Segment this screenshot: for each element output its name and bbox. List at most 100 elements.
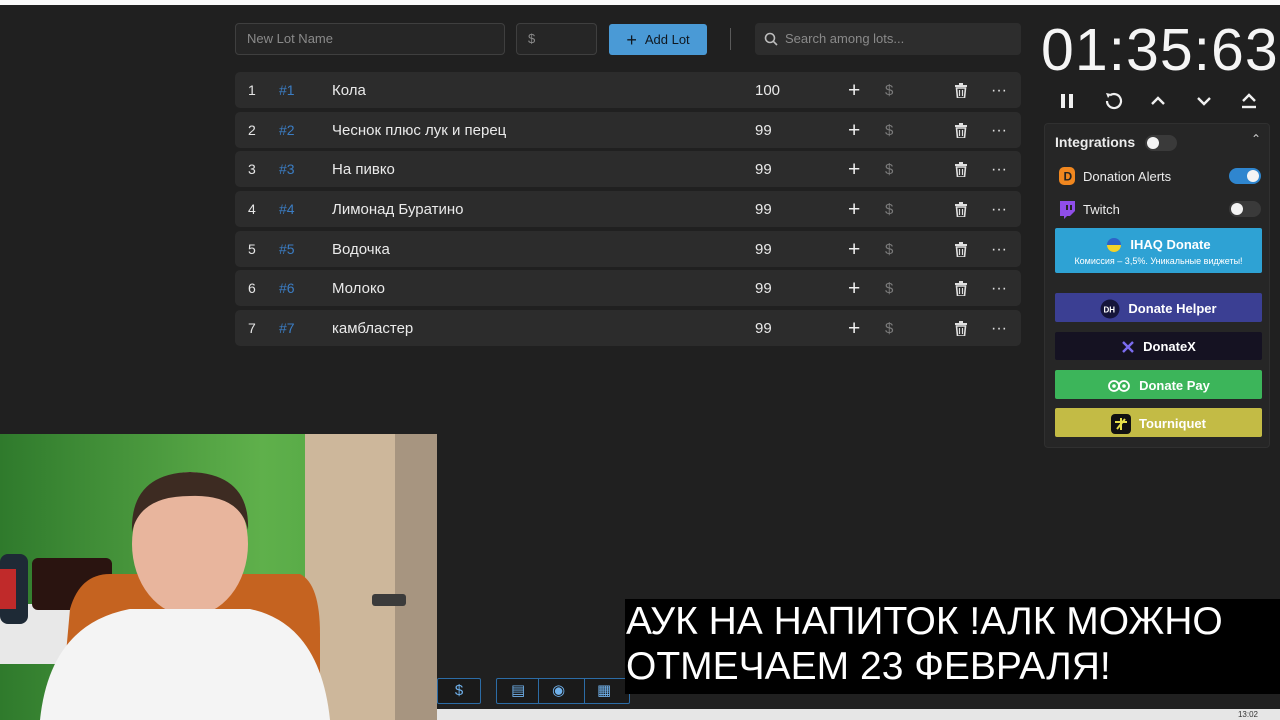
bug-icon[interactable]: ◉	[552, 679, 565, 703]
dollar-button[interactable]: $	[885, 270, 893, 307]
donation-alerts-toggle[interactable]	[1229, 168, 1261, 184]
lot-row[interactable]: 3 #3 На пивко 99 + $ ···	[235, 151, 1021, 188]
lot-index: 2	[248, 121, 256, 138]
lot-tag[interactable]: #5	[279, 231, 295, 268]
lot-name[interactable]: камбластер	[332, 310, 413, 347]
search-icon	[764, 32, 778, 46]
more-options-icon[interactable]: ···	[991, 72, 1007, 109]
lot-amount[interactable]: 100	[755, 72, 780, 109]
donate-pay-label: Donate Pay	[1139, 378, 1210, 394]
donatex-button[interactable]: DonateX	[1055, 332, 1262, 360]
ihaq-donate-button[interactable]: IHAQ Donate Комиссия – 3,5%. Уникальные …	[1055, 228, 1262, 273]
double-chevron-up-icon	[1242, 93, 1256, 109]
add-time-button[interactable]	[1146, 89, 1170, 113]
lot-tag[interactable]: #2	[279, 112, 295, 149]
subtract-time-button[interactable]	[1192, 89, 1216, 113]
lot-row[interactable]: 1 #1 Кола 100 + $ ···	[235, 72, 1021, 108]
lot-name[interactable]: Чеснок плюс лук и перец	[332, 112, 506, 149]
more-options-icon[interactable]: ···	[991, 151, 1007, 188]
more-options-icon[interactable]: ···	[991, 112, 1007, 149]
more-options-icon[interactable]: ···	[991, 191, 1007, 228]
lot-name[interactable]: Лимонад Буратино	[332, 191, 464, 228]
dollar-button[interactable]: $	[885, 231, 893, 268]
bottom-action-group: ▤ ◉ ▦	[496, 678, 630, 704]
lot-index: 7	[248, 320, 256, 337]
add-amount-button[interactable]: +	[848, 270, 860, 307]
plus-icon: +	[626, 30, 637, 50]
dollar-button[interactable]: $	[885, 112, 893, 149]
double-up-button[interactable]	[1237, 89, 1261, 113]
stream-caption: АУК НА НАПИТОК !АЛК МОЖНО ОТМЕЧАЕМ 23 ФЕ…	[625, 599, 1280, 694]
toggle-knob	[1247, 170, 1259, 182]
lot-amount[interactable]: 99	[755, 112, 772, 149]
new-lot-name-input[interactable]: New Lot Name	[235, 23, 505, 55]
reset-timer-button[interactable]	[1101, 89, 1125, 113]
lot-tag[interactable]: #7	[279, 310, 295, 347]
twitch-toggle[interactable]	[1229, 201, 1261, 217]
lot-name[interactable]: Водочка	[332, 231, 390, 268]
add-amount-button[interactable]: +	[848, 72, 860, 109]
lot-amount[interactable]: 99	[755, 231, 772, 268]
integrations-title: Integrations	[1055, 134, 1136, 150]
donation-alerts-row: D Donation Alerts	[1057, 166, 1171, 186]
dollar-button[interactable]: $	[885, 191, 893, 228]
dollar-button[interactable]: $	[885, 151, 893, 188]
donate-helper-button[interactable]: DH Donate Helper	[1055, 293, 1262, 322]
trash-icon[interactable]	[954, 202, 968, 218]
trash-icon[interactable]	[954, 83, 968, 98]
webcam-overlay	[0, 434, 437, 720]
lot-tag[interactable]: #6	[279, 270, 295, 307]
tourniquet-label: Tourniquet	[1139, 416, 1206, 432]
lot-amount[interactable]: 99	[755, 310, 772, 347]
trash-icon[interactable]	[954, 122, 968, 138]
more-options-icon[interactable]: ···	[991, 231, 1007, 268]
pause-button[interactable]	[1056, 89, 1080, 113]
new-lot-price-input[interactable]: $	[516, 23, 597, 55]
add-amount-button[interactable]: +	[848, 191, 860, 228]
caption-line-1: АУК НА НАПИТОК !АЛК МОЖНО	[626, 600, 1223, 643]
trash-icon[interactable]	[954, 241, 968, 257]
trash-icon[interactable]	[954, 281, 968, 297]
lot-row[interactable]: 7 #7 камбластер 99 + $ ···	[235, 310, 1021, 347]
more-options-icon[interactable]: ···	[991, 310, 1007, 347]
svg-text:D: D	[1064, 170, 1073, 184]
lot-row[interactable]: 2 #2 Чеснок плюс лук и перец 99 + $ ···	[235, 111, 1021, 149]
top-border	[0, 0, 1280, 5]
lot-index: 1	[248, 82, 256, 98]
search-placeholder: Search among lots...	[785, 31, 905, 46]
more-options-icon[interactable]: ···	[991, 270, 1007, 307]
bottom-dollar-button[interactable]: $	[437, 678, 481, 704]
toggle-knob	[1147, 137, 1159, 149]
lot-name[interactable]: Молоко	[332, 270, 385, 307]
lot-name[interactable]: На пивко	[332, 151, 395, 188]
trash-icon[interactable]	[954, 321, 968, 337]
donate-pay-button[interactable]: Donate Pay	[1055, 370, 1262, 399]
add-amount-button[interactable]: +	[848, 151, 860, 188]
lot-tag[interactable]: #4	[279, 191, 295, 228]
lot-row[interactable]: 6 #6 Молоко 99 + $ ···	[235, 270, 1021, 307]
save-icon[interactable]: ▤	[511, 679, 525, 703]
trash-icon[interactable]	[954, 162, 968, 178]
lot-amount[interactable]: 99	[755, 151, 772, 188]
add-amount-button[interactable]: +	[848, 112, 860, 149]
dollar-button[interactable]: $	[885, 310, 893, 347]
lot-amount[interactable]: 99	[755, 191, 772, 228]
clear-icon[interactable]: ▦	[597, 679, 611, 703]
lot-name[interactable]: Кола	[332, 72, 366, 109]
collapse-chevron-icon[interactable]: ⌃	[1251, 132, 1261, 146]
lot-amount[interactable]: 99	[755, 270, 772, 307]
reset-icon	[1105, 92, 1123, 110]
search-lots-input[interactable]: Search among lots...	[755, 23, 1021, 55]
tourniquet-button[interactable]: Tourniquet	[1055, 408, 1262, 437]
webcam-image	[0, 434, 437, 720]
add-lot-button[interactable]: + Add Lot	[609, 24, 707, 55]
lot-tag[interactable]: #1	[279, 72, 295, 109]
integrations-panel: Integrations ⌃ D Donation Alerts Twitch I…	[1044, 123, 1270, 448]
lot-row[interactable]: 4 #4 Лимонад Буратино 99 + $ ···	[235, 191, 1021, 228]
dollar-button[interactable]: $	[885, 72, 893, 109]
add-amount-button[interactable]: +	[848, 231, 860, 268]
lot-row[interactable]: 5 #5 Водочка 99 + $ ···	[235, 230, 1021, 268]
integrations-toggle[interactable]	[1145, 135, 1177, 151]
add-amount-button[interactable]: +	[848, 310, 860, 347]
lot-tag[interactable]: #3	[279, 151, 295, 188]
